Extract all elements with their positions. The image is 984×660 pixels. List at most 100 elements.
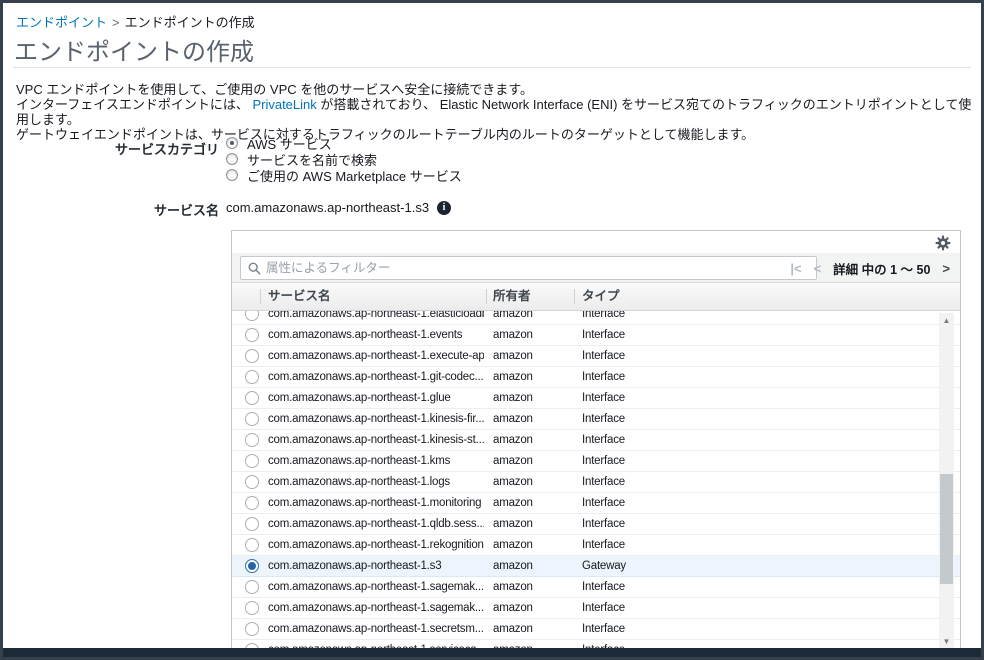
radio-button[interactable] — [226, 153, 238, 165]
row-owner: amazon — [493, 451, 533, 471]
table-row[interactable]: com.amazonaws.ap-northeast-1.secretsm...… — [232, 619, 960, 640]
table-filter-bar: |< < 詳細 中の 1 ～ 50 > — [232, 253, 960, 283]
gear-icon[interactable] — [935, 235, 951, 251]
scroll-down-icon[interactable]: ▼ — [939, 635, 954, 649]
filter-box[interactable] — [240, 256, 817, 280]
intro-line-2: インターフェイスエンドポイントには、 PrivateLink が搭載されており、… — [16, 97, 981, 127]
row-service-name: com.amazonaws.ap-northeast-1.events — [268, 325, 484, 345]
table-row[interactable]: com.amazonaws.ap-northeast-1.eventsamazo… — [232, 325, 960, 346]
category-option[interactable]: ご使用の AWS Marketplace サービス — [226, 167, 462, 183]
page-title: エンドポイントの作成 — [14, 32, 254, 67]
filter-input[interactable] — [266, 258, 816, 278]
column-divider — [486, 289, 487, 304]
row-owner: amazon — [493, 577, 533, 597]
column-divider — [260, 289, 261, 304]
table-row[interactable]: com.amazonaws.ap-northeast-1.kinesis-fir… — [232, 409, 960, 430]
table-row[interactable]: com.amazonaws.ap-northeast-1.rekognition… — [232, 535, 960, 556]
scrollbar-thumb[interactable] — [940, 474, 953, 584]
row-type: Interface — [582, 619, 625, 639]
scroll-up-icon[interactable]: ▲ — [939, 314, 954, 328]
column-divider — [574, 289, 575, 304]
table-row[interactable]: com.amazonaws.ap-northeast-1.sagemak...a… — [232, 598, 960, 619]
table-row[interactable]: com.amazonaws.ap-northeast-1.git-codec..… — [232, 367, 960, 388]
row-owner: amazon — [493, 514, 533, 534]
row-owner: amazon — [493, 311, 533, 324]
service-table-panel: |< < 詳細 中の 1 ～ 50 > サービス名 所有者 タイプ com.am… — [231, 230, 961, 653]
breadcrumb-separator: > — [112, 15, 120, 30]
row-type: Interface — [582, 451, 625, 471]
row-radio[interactable] — [245, 370, 259, 384]
table-row[interactable]: com.amazonaws.ap-northeast-1.logsamazonI… — [232, 472, 960, 493]
vertical-scrollbar[interactable]: ▲ ▼ — [939, 313, 954, 650]
row-service-name: com.amazonaws.ap-northeast-1.elasticload… — [268, 311, 484, 324]
column-header-type[interactable]: タイプ — [582, 283, 620, 310]
row-owner: amazon — [493, 619, 533, 639]
table-toolbar — [232, 231, 960, 253]
row-radio[interactable] — [245, 433, 259, 447]
row-radio[interactable] — [245, 475, 259, 489]
window-bottom-bar — [3, 648, 981, 657]
column-header-owner[interactable]: 所有者 — [493, 283, 531, 310]
row-radio[interactable] — [245, 412, 259, 426]
service-name-label: サービス名 — [3, 200, 219, 219]
row-radio[interactable] — [245, 311, 259, 321]
row-radio[interactable] — [245, 559, 259, 573]
table-row[interactable]: com.amazonaws.ap-northeast-1.elasticload… — [232, 311, 960, 325]
row-type: Interface — [582, 430, 625, 450]
first-page-button[interactable]: |< — [790, 262, 801, 275]
category-option-label: ご使用の AWS Marketplace サービス — [247, 166, 462, 185]
intro-line-2-before: インターフェイスエンドポイントには、 — [16, 97, 252, 112]
table-row[interactable]: com.amazonaws.ap-northeast-1.kinesis-st.… — [232, 430, 960, 451]
radio-button[interactable] — [226, 137, 238, 149]
row-service-name: com.amazonaws.ap-northeast-1.execute-api — [268, 346, 484, 366]
prev-page-button[interactable]: < — [814, 262, 822, 275]
next-page-button[interactable]: > — [942, 262, 950, 275]
table-row[interactable]: com.amazonaws.ap-northeast-1.execute-api… — [232, 346, 960, 367]
breadcrumb-endpoints-link[interactable]: エンドポイント — [16, 15, 107, 30]
table-row[interactable]: com.amazonaws.ap-northeast-1.sagemak...a… — [232, 577, 960, 598]
breadcrumb-current: エンドポイントの作成 — [125, 15, 255, 30]
intro-line-1: VPC エンドポイントを使用して、ご使用の VPC を他のサービスへ安全に接続で… — [16, 82, 981, 97]
row-radio[interactable] — [245, 391, 259, 405]
row-radio[interactable] — [245, 328, 259, 342]
row-type: Gateway — [582, 556, 626, 576]
service-name-row: com.amazonaws.ap-northeast-1.s3 i — [226, 200, 451, 215]
row-service-name: com.amazonaws.ap-northeast-1.kinesis-fir… — [268, 409, 484, 429]
table-row[interactable]: com.amazonaws.ap-northeast-1.kms amazon In… — [232, 451, 960, 472]
row-type: Interface — [582, 409, 625, 429]
row-radio[interactable] — [245, 349, 259, 363]
row-radio[interactable] — [245, 538, 259, 552]
row-type: Interface — [582, 472, 625, 492]
info-icon[interactable]: i — [437, 201, 451, 215]
row-type: Interface — [582, 577, 625, 597]
privatelink-link[interactable]: PrivateLink — [252, 97, 316, 112]
row-service-name: com.amazonaws.ap-northeast-1.kms — [268, 451, 484, 471]
row-service-name: com.amazonaws.ap-northeast-1.git-codec..… — [268, 367, 484, 387]
row-radio[interactable] — [245, 622, 259, 636]
row-radio[interactable] — [245, 601, 259, 615]
row-type: Interface — [582, 514, 625, 534]
row-type: Interface — [582, 311, 625, 324]
table-row[interactable]: com.amazonaws.ap-northeast-1.qldb.sess..… — [232, 514, 960, 535]
row-radio[interactable] — [245, 454, 259, 468]
table-row[interactable]: com.amazonaws.ap-northeast-1.glueamazonI… — [232, 388, 960, 409]
row-owner: amazon — [493, 535, 533, 555]
row-radio[interactable] — [245, 517, 259, 531]
row-radio[interactable] — [245, 496, 259, 510]
table-row[interactable]: com.amazonaws.ap-northeast-1.s3amazonGat… — [232, 556, 960, 577]
row-service-name: com.amazonaws.ap-northeast-1.glue — [268, 388, 484, 408]
intro-text: VPC エンドポイントを使用して、ご使用の VPC を他のサービスへ安全に接続で… — [16, 82, 981, 142]
row-service-name: com.amazonaws.ap-northeast-1.kinesis-st.… — [268, 430, 484, 450]
search-icon — [248, 262, 261, 275]
table-row[interactable]: com.amazonaws.ap-northeast-1.monitoringa… — [232, 493, 960, 514]
row-type: Interface — [582, 367, 625, 387]
table-header: サービス名 所有者 タイプ — [232, 283, 960, 311]
row-service-name: com.amazonaws.ap-northeast-1.s3 — [268, 556, 484, 576]
row-owner: amazon — [493, 598, 533, 618]
row-radio[interactable] — [245, 580, 259, 594]
radio-button[interactable] — [226, 169, 238, 181]
column-header-service-name[interactable]: サービス名 — [268, 283, 331, 310]
service-category-options: AWS サービスサービスを名前で検索ご使用の AWS Marketplace サ… — [226, 135, 462, 183]
service-name-value: com.amazonaws.ap-northeast-1.s3 — [226, 200, 429, 215]
row-type: Interface — [582, 535, 625, 555]
